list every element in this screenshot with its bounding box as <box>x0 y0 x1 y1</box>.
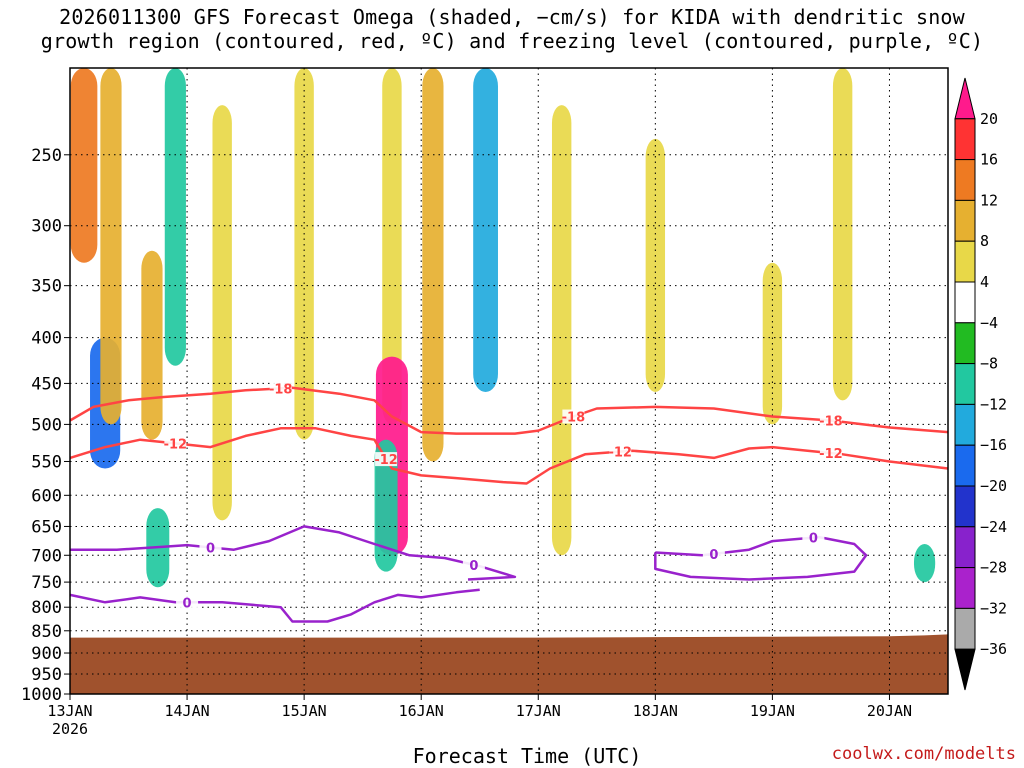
colorbar-segment <box>954 567 976 609</box>
x-tick-label: 20JAN <box>867 702 912 720</box>
y-tick-label: 650 <box>31 517 62 537</box>
y-tick-label: 400 <box>31 329 62 349</box>
colorbar-label: −8 <box>980 355 998 373</box>
colorbar-segment <box>954 240 976 283</box>
colorbar-label: −4 <box>980 314 998 332</box>
colorbar-segment <box>954 281 976 324</box>
y-tick-label: 700 <box>31 546 62 566</box>
colorbar-label: 16 <box>980 151 998 169</box>
x-tick-label: 17JAN <box>516 702 561 720</box>
x-tick-label: 19JAN <box>750 702 795 720</box>
y-tick-label: 300 <box>31 217 62 237</box>
y-tick-label: 350 <box>31 277 62 297</box>
omega-region <box>164 68 186 366</box>
colorbar-label: −32 <box>980 599 1007 617</box>
contour-label: 0 <box>206 541 215 556</box>
y-tick-label: 950 <box>31 665 62 685</box>
x-tick-label: 18JAN <box>633 702 678 720</box>
y-tick-label: 450 <box>31 374 62 394</box>
contour-label: -12 <box>374 453 398 468</box>
contour-label: -12 <box>164 437 188 452</box>
colorbar-label: −28 <box>980 559 1007 577</box>
contour-label: -12 <box>819 447 843 462</box>
contour-label: -12 <box>608 446 632 461</box>
y-tick-label: 750 <box>31 573 62 593</box>
colorbar-bottom-triangle <box>954 648 976 691</box>
contour-label: -18 <box>819 414 843 429</box>
colorbar-segment <box>954 444 976 487</box>
y-tick-label: 550 <box>31 452 62 472</box>
colorbar-label: −36 <box>980 640 1007 658</box>
omega-region <box>913 543 936 583</box>
colorbar-segment <box>954 118 976 161</box>
contour-label: 0 <box>809 532 818 547</box>
y-tick-label: 850 <box>31 622 62 642</box>
y-tick-label: 900 <box>31 644 62 664</box>
x-tick-label: 16JAN <box>399 702 444 720</box>
colorbar-segment <box>954 526 976 569</box>
omega-region <box>832 68 853 401</box>
colorbar-segment <box>954 403 976 446</box>
omega-region <box>473 68 498 392</box>
colorbar-segment <box>954 363 976 405</box>
y-tick-label: 500 <box>31 415 62 435</box>
colorbar-label: −16 <box>980 436 1007 454</box>
colorbar-label: 20 <box>980 110 998 128</box>
terrain-fill <box>70 634 948 694</box>
colorbar-segment <box>954 607 976 650</box>
x-tick-label: 15JAN <box>282 702 327 720</box>
contour-label: 0 <box>183 596 192 611</box>
omega-region <box>141 250 163 440</box>
x-tick-year-label: 2026 <box>52 720 88 738</box>
colorbar-segment <box>954 322 976 365</box>
colorbar-label: 12 <box>980 191 998 209</box>
y-tick-label: 800 <box>31 598 62 618</box>
omega-region <box>551 105 572 556</box>
contour-label: -18 <box>269 382 293 397</box>
x-tick-label: 14JAN <box>164 702 209 720</box>
chart-canvas: -18 -18 -18 -12 -12 -12 -12 0 0 0 0 0 250 300 350 400 4… <box>21 67 1007 738</box>
colorbar-segment <box>954 199 976 242</box>
contour-label: -18 <box>562 411 586 426</box>
colorbar-segment <box>954 159 976 201</box>
omega-region <box>422 68 444 462</box>
colorbar-label: 4 <box>980 273 989 291</box>
colorbar-label: −24 <box>980 518 1007 536</box>
contour-label: 0 <box>709 548 718 563</box>
colorbar-label: 8 <box>980 232 989 250</box>
x-tick-label: 13JAN <box>47 702 92 720</box>
y-tick-label: 250 <box>31 146 62 166</box>
credit-text: coolwx.com/modelts <box>831 744 1016 764</box>
omega-region <box>70 68 98 263</box>
contour-label: 0 <box>469 559 478 574</box>
colorbar-label: −20 <box>980 477 1007 495</box>
plot-background <box>70 68 948 694</box>
colorbar-segment <box>954 485 976 528</box>
omega-region <box>212 105 232 521</box>
colorbar-label: −12 <box>980 395 1007 413</box>
colorbar-top-triangle <box>954 77 976 120</box>
omega-region <box>100 68 122 425</box>
y-tick-label: 600 <box>31 486 62 506</box>
